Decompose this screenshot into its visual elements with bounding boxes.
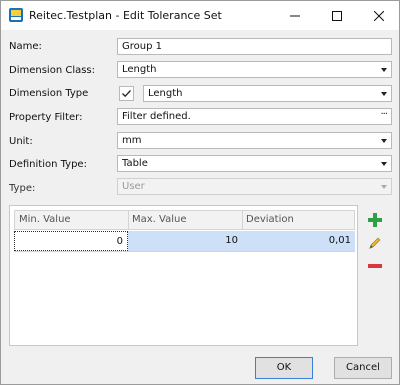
unit-value: mm [122,135,142,146]
chevron-down-icon [381,92,387,96]
column-divider [242,211,243,229]
minimize-icon [290,15,300,16]
property-filter-value: Filter defined. [122,111,191,122]
max-value: 10 [225,235,238,246]
property-filter-field[interactable]: Filter defined. ··· [117,108,392,125]
table-row[interactable]: 0 10 0,01 [14,231,355,252]
minimize-button[interactable] [274,1,316,30]
definition-type-value: Table [122,158,148,169]
app-icon [9,8,23,22]
maximize-icon [332,10,342,21]
table-header: Min. Value Max. Value Deviation [14,210,355,230]
cell-max-value[interactable]: 10 [128,231,242,251]
chevron-down-icon [381,162,387,166]
chevron-down-icon [381,139,387,143]
min-value: 0 [116,236,123,247]
pencil-icon [369,237,381,249]
cell-deviation[interactable]: 0,01 [242,231,355,251]
property-filter-label: Property Filter: [9,112,83,123]
definition-type-label: Definition Type: [9,159,87,170]
deviation-value: 0,01 [328,235,351,246]
edit-tolerance-set-dialog: Reitec.Testplan - Edit Tolerance Set Nam… [0,0,400,385]
checkmark-icon [122,90,131,98]
ok-button[interactable]: OK [255,357,313,379]
type-select: User [117,178,392,195]
dimension-class-value: Length [122,64,157,75]
cancel-button[interactable]: Cancel [334,357,392,379]
ellipsis-button[interactable]: ··· [380,109,387,120]
chevron-down-icon [381,68,387,72]
name-field[interactable]: Group 1 [117,38,392,55]
column-header-min-value[interactable]: Min. Value [19,214,71,225]
dimension-type-value: Length [148,88,183,99]
column-divider [128,211,129,229]
unit-select[interactable]: mm [117,132,392,149]
chevron-down-icon [381,185,387,189]
close-button[interactable] [358,1,400,30]
close-icon [374,10,384,21]
dimension-class-select[interactable]: Length [117,61,392,78]
maximize-button[interactable] [316,1,358,30]
title-bar: Reitec.Testplan - Edit Tolerance Set [1,1,399,30]
dimension-type-select[interactable]: Length [143,85,392,102]
edit-row-button[interactable] [365,233,385,253]
dimension-class-label: Dimension Class: [9,65,96,76]
cell-min-value[interactable]: 0 [14,231,128,251]
name-label: Name: [9,41,42,52]
definition-type-select[interactable]: Table [117,155,392,172]
dimension-type-label: Dimension Type [9,88,89,99]
type-label: Type: [9,183,36,194]
unit-label: Unit: [9,136,33,147]
add-row-button[interactable] [365,210,385,230]
tolerance-table: Min. Value Max. Value Deviation 0 10 0,0… [9,205,358,346]
add-icon [368,213,382,227]
minus-icon [368,264,382,268]
type-value: User [122,181,145,192]
dimension-type-checkbox[interactable] [119,86,134,101]
name-value: Group 1 [122,41,162,52]
remove-row-button[interactable] [365,256,385,276]
column-header-deviation[interactable]: Deviation [246,214,294,225]
window-title: Reitec.Testplan - Edit Tolerance Set [29,9,222,22]
column-header-max-value[interactable]: Max. Value [132,214,187,225]
